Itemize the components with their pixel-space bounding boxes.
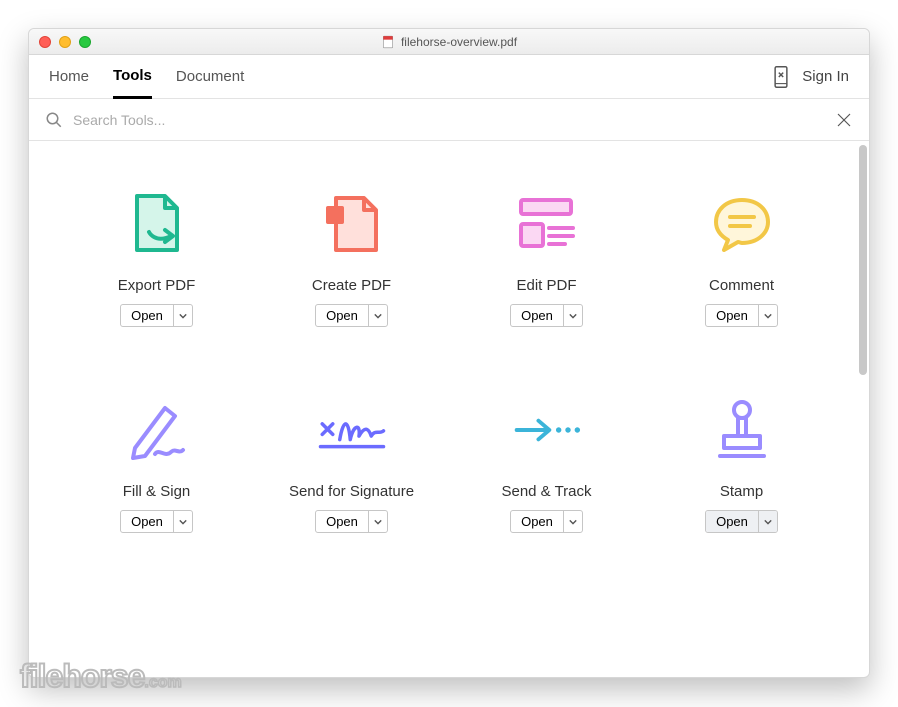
open-button[interactable]: Open <box>121 305 174 326</box>
tab-tools[interactable]: Tools <box>113 55 152 99</box>
create-pdf-icon <box>317 189 387 259</box>
open-button[interactable]: Open <box>706 305 759 326</box>
open-button[interactable]: Open <box>511 305 564 326</box>
tool-label: Fill & Sign <box>123 483 191 500</box>
open-dropdown[interactable] <box>564 305 582 326</box>
open-button[interactable]: Open <box>121 511 174 532</box>
tool-label: Export PDF <box>118 277 196 294</box>
traffic-lights <box>39 36 91 48</box>
send-track-icon <box>512 395 582 465</box>
search-icon <box>45 111 63 129</box>
open-stamp[interactable]: Open <box>705 510 778 533</box>
open-dropdown[interactable] <box>564 511 582 532</box>
open-button[interactable]: Open <box>706 511 759 532</box>
open-dropdown[interactable] <box>174 305 192 326</box>
tool-export-pdf[interactable]: Export PDF Open <box>69 189 244 327</box>
close-window-button[interactable] <box>39 36 51 48</box>
open-button[interactable]: Open <box>316 511 369 532</box>
tool-label: Edit PDF <box>516 277 576 294</box>
searchbar <box>29 99 869 141</box>
open-edit-pdf[interactable]: Open <box>510 304 583 327</box>
clear-search-icon[interactable] <box>835 111 853 129</box>
open-send-signature[interactable]: Open <box>315 510 388 533</box>
export-pdf-icon <box>122 189 192 259</box>
open-dropdown[interactable] <box>174 511 192 532</box>
tab-document[interactable]: Document <box>176 56 244 97</box>
tool-label: Send & Track <box>501 483 591 500</box>
tabbar: Home Tools Document Sign In <box>29 55 869 99</box>
open-send-track[interactable]: Open <box>510 510 583 533</box>
search-input[interactable] <box>73 112 825 128</box>
open-export-pdf[interactable]: Open <box>120 304 193 327</box>
stamp-icon <box>707 395 777 465</box>
tool-edit-pdf[interactable]: Edit PDF Open <box>459 189 634 327</box>
tab-home[interactable]: Home <box>49 56 89 97</box>
pdf-file-icon <box>381 35 395 49</box>
titlebar: filehorse-overview.pdf <box>29 29 869 55</box>
tool-label: Comment <box>709 277 774 294</box>
open-button[interactable]: Open <box>511 511 564 532</box>
tool-label: Send for Signature <box>289 483 414 500</box>
open-create-pdf[interactable]: Open <box>315 304 388 327</box>
mobile-icon[interactable] <box>772 66 790 88</box>
send-signature-icon <box>317 395 387 465</box>
scrollbar-track[interactable] <box>859 145 867 673</box>
open-fill-sign[interactable]: Open <box>120 510 193 533</box>
tool-send-for-signature[interactable]: Send for Signature Open <box>264 395 439 533</box>
scrollbar-thumb[interactable] <box>859 145 867 375</box>
fill-sign-icon <box>122 395 192 465</box>
tool-fill-sign[interactable]: Fill & Sign Open <box>69 395 244 533</box>
comment-icon <box>707 189 777 259</box>
open-dropdown[interactable] <box>369 305 387 326</box>
zoom-window-button[interactable] <box>79 36 91 48</box>
tool-label: Create PDF <box>312 277 391 294</box>
tool-send-track[interactable]: Send & Track Open <box>459 395 634 533</box>
edit-pdf-icon <box>512 189 582 259</box>
tool-label: Stamp <box>720 483 763 500</box>
app-window: filehorse-overview.pdf Home Tools Docume… <box>28 28 870 678</box>
window-title: filehorse-overview.pdf <box>401 35 517 49</box>
open-comment[interactable]: Open <box>705 304 778 327</box>
sign-in-link[interactable]: Sign In <box>802 68 849 85</box>
tool-create-pdf[interactable]: Create PDF Open <box>264 189 439 327</box>
tools-content: Export PDF Open Create PDF <box>29 141 869 677</box>
open-dropdown[interactable] <box>759 511 777 532</box>
open-dropdown[interactable] <box>369 511 387 532</box>
open-button[interactable]: Open <box>316 305 369 326</box>
open-dropdown[interactable] <box>759 305 777 326</box>
minimize-window-button[interactable] <box>59 36 71 48</box>
tool-stamp[interactable]: Stamp Open <box>654 395 829 533</box>
tool-comment[interactable]: Comment Open <box>654 189 829 327</box>
